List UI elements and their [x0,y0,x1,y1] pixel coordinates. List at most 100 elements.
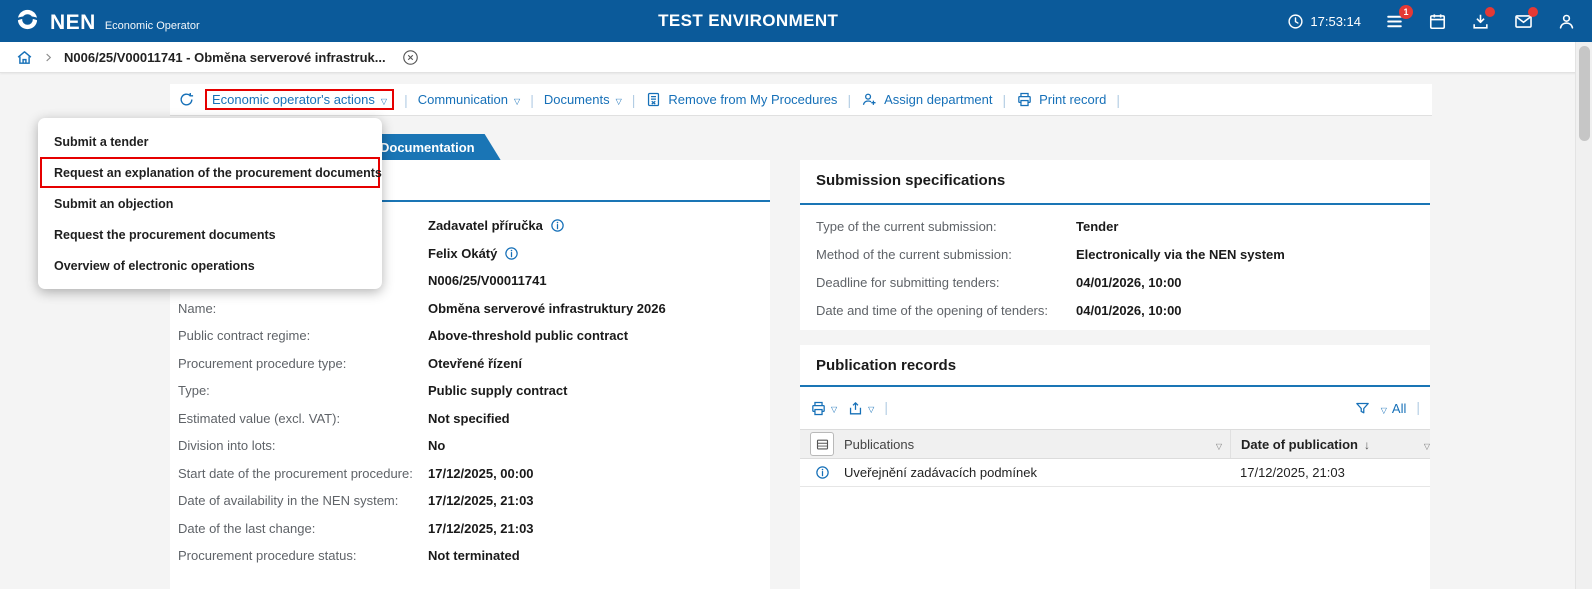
field-value: Obměna serverové infrastruktury 2026 [428,301,666,316]
environment-title: TEST ENVIRONMENT [658,11,838,31]
field-label: Method of the current submission: [816,247,1076,262]
tab-documentation-label: Documentation [380,140,475,155]
downloads-icon[interactable] [1471,12,1490,31]
toolbar-separator [404,92,408,108]
funnel-icon [1354,400,1371,417]
notifications-badge: 1 [1399,5,1413,19]
notifications-menu-icon[interactable]: 1 [1385,12,1404,31]
export-table-button[interactable] [847,399,874,417]
column-filter-icon[interactable] [1216,437,1222,452]
menu-item-request-explanation[interactable]: Request an explanation of the procuremen… [40,157,380,188]
economic-operators-actions-dropdown: Submit a tender Request an explanation o… [38,118,382,289]
info-row-contract-regime: Public contract regime: Above-threshold … [178,322,764,350]
annotation-highlight-actions: Economic operator's actions [205,89,394,110]
menu-item-submit-objection[interactable]: Submit an objection [40,188,380,219]
info-icon[interactable] [815,465,830,480]
field-label: Date of availability in the NEN system: [178,493,428,508]
info-row-estimated-value: Estimated value (excl. VAT): Not specifi… [178,405,764,433]
publications-table: Publications Date of publication Uveřejn… [800,429,1430,487]
field-value: Tender [1076,219,1118,234]
field-value: Otevřené řízení [428,356,522,371]
clock: 17:53:14 [1287,13,1361,30]
column-filter-icon[interactable] [1424,437,1430,452]
table-view-button[interactable] [810,432,834,456]
user-profile-icon[interactable] [1557,12,1576,31]
toolbar-separator [1416,399,1420,417]
subs-row-deadline: Deadline for submitting tenders: 04/01/2… [816,268,1420,296]
filter-all-selector[interactable]: All [1381,401,1407,416]
filter-button[interactable] [1354,400,1371,417]
info-icon[interactable] [504,246,519,261]
contact-person-link[interactable]: Felix Okátý [428,246,497,261]
topbar-actions: 17:53:14 1 [1287,0,1576,42]
brand: NEN Economic Operator [0,6,200,36]
column-header-date[interactable]: Date of publication [1241,437,1358,452]
field-value: Public supply contract [428,383,567,398]
communication-menu[interactable]: Communication [418,92,520,107]
communication-label: Communication [418,92,508,107]
field-label: Division into lots: [178,438,428,453]
vertical-scrollbar[interactable] [1575,42,1592,589]
field-label: Estimated value (excl. VAT): [178,411,428,426]
toolbar-separator [530,92,534,108]
close-tab-icon[interactable] [402,49,419,66]
printer-icon [1016,91,1033,108]
menu-item-request-documents[interactable]: Request the procurement documents [40,219,380,250]
menu-item-overview-operations[interactable]: Overview of electronic operations [40,250,380,281]
table-row[interactable]: Uveřejnění zadávacích podmínek 17/12/202… [800,459,1430,487]
subs-row-type: Type of the current submission: Tender [816,212,1420,240]
print-table-button[interactable] [810,399,837,417]
toolbar-separator [1116,92,1120,108]
menu-item-submit-tender[interactable]: Submit a tender [40,126,380,157]
refresh-icon[interactable] [178,91,195,108]
subs-row-opening: Date and time of the opening of tenders:… [816,296,1420,324]
top-bar: NEN Economic Operator TEST ENVIRONMENT 1… [0,0,1592,42]
info-row-last-change: Date of the last change: 17/12/2025, 21:… [178,515,764,543]
assign-department-button[interactable]: Assign department [861,91,992,108]
breadcrumb-procedure-title[interactable]: N006/25/V00011741 - Obměna serverové inf… [64,50,386,65]
rows-icon [815,437,830,452]
field-label: Procurement procedure status: [178,548,428,563]
publication-cell: Uveřejnění zadávacích podmínek [844,465,1037,480]
documents-menu[interactable]: Documents [544,92,622,107]
field-value: 04/01/2026, 10:00 [1076,303,1182,318]
printer-icon [810,400,827,417]
sort-descending-icon[interactable] [1364,437,1370,452]
assign-department-label: Assign department [884,92,992,107]
clock-icon [1287,13,1304,30]
toolbar-separator [1002,92,1006,108]
field-value: 17/12/2025, 21:03 [428,521,534,536]
chevron-down-icon [868,399,874,417]
scrollbar-thumb[interactable] [1579,46,1590,141]
calendar-icon[interactable] [1428,12,1447,31]
field-label: Date and time of the opening of tenders: [816,303,1076,318]
remove-from-my-procedures-button[interactable]: Remove from My Procedures [645,91,837,108]
print-record-button[interactable]: Print record [1016,91,1106,108]
info-icon[interactable] [550,218,565,233]
field-label: Public contract regime: [178,328,428,343]
remove-from-my-procedures-label: Remove from My Procedures [668,92,837,107]
field-value: 04/01/2026, 10:00 [1076,275,1182,290]
economic-operators-actions-menu[interactable]: Economic operator's actions [212,92,387,107]
home-icon[interactable] [16,49,33,66]
toolbar-separator [847,92,851,108]
export-icon [847,400,864,417]
field-label: Name: [178,301,428,316]
economic-operators-actions-label: Economic operator's actions [212,92,375,107]
field-label: Date of the last change: [178,521,428,536]
contracting-authority-link[interactable]: Zadavatel příručka [428,218,543,233]
column-header-publications[interactable]: Publications [844,437,914,452]
messages-icon[interactable] [1514,12,1533,31]
field-value: Electronically via the NEN system [1076,247,1285,262]
brand-name: NEN [50,12,96,33]
toolbar-separator [632,92,636,108]
submission-specifications-title: Submission specifications [816,172,1005,189]
publication-date-cell: 17/12/2025, 21:03 [1240,465,1345,480]
chevron-down-icon [1381,401,1387,416]
toolbar-separator [884,399,888,417]
info-row-availability-date: Date of availability in the NEN system: … [178,487,764,515]
actions-toolbar: Economic operator's actions Communicatio… [170,84,1432,116]
clock-time: 17:53:14 [1310,14,1361,29]
app-screen: NEN Economic Operator TEST ENVIRONMENT 1… [0,0,1592,589]
publication-toolbar: All [810,393,1420,423]
